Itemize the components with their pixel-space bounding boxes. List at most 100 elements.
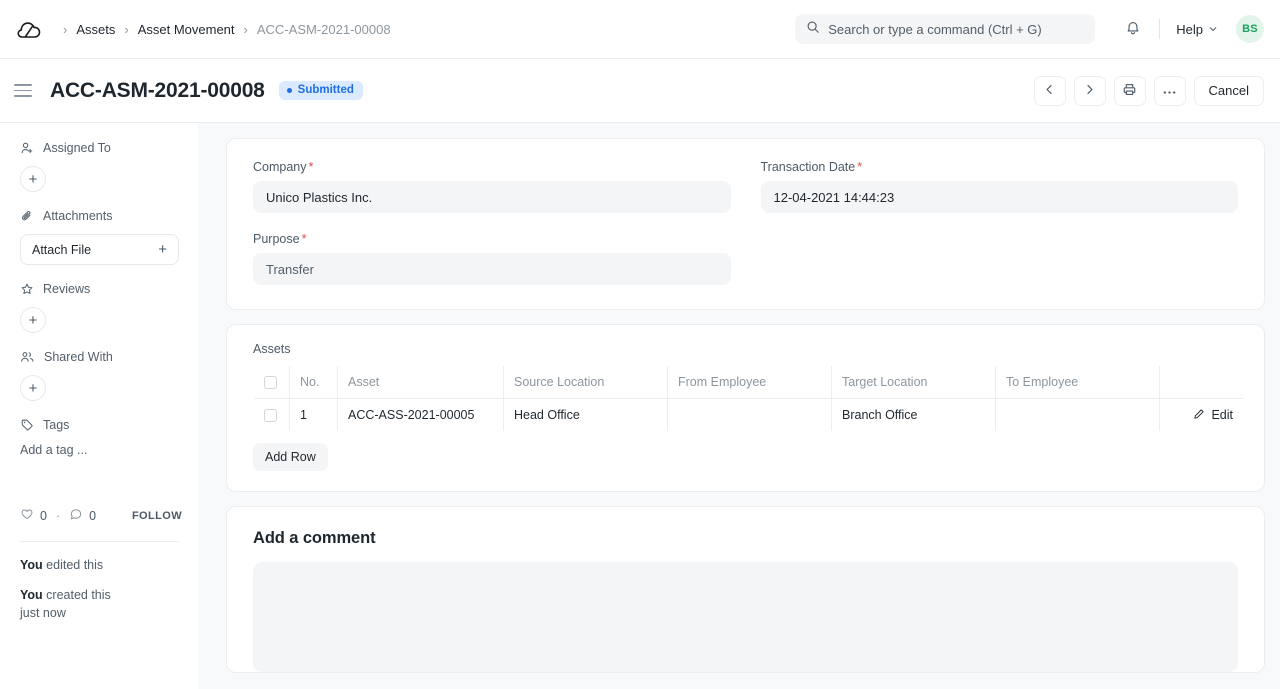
table-row[interactable]: 1 ACC-ASS-2021-00005 Head Office Branch … (254, 398, 1243, 431)
search-box[interactable] (795, 14, 1096, 44)
frappe-cloud-logo-icon[interactable] (14, 14, 44, 44)
comment-input[interactable] (253, 562, 1238, 672)
prev-document-button[interactable] (1033, 75, 1066, 106)
breadcrumb-item-current: ACC-ASM-2021-00008 (256, 21, 391, 37)
notifications-button[interactable] (1117, 13, 1149, 45)
like-count: 0 (40, 508, 47, 523)
table-header-no: No. (289, 366, 338, 399)
print-button[interactable] (1113, 75, 1146, 106)
activity-actor: You (20, 588, 43, 603)
form-column-left: Company * Unico Plastics Inc. Purpose * Tr… (253, 160, 731, 285)
form-card: Company * Unico Plastics Inc. Purpose * Tr… (226, 138, 1265, 310)
table-header-to-employee: To Employee (995, 366, 1160, 399)
field-label-purpose: Purpose * (253, 232, 731, 246)
hamburger-menu-icon[interactable] (14, 80, 36, 102)
activity-time: just now (20, 606, 66, 621)
field-label-company: Company * (253, 160, 731, 174)
help-menu-button[interactable]: Help (1170, 18, 1224, 41)
breadcrumb-separator: › (243, 21, 248, 37)
help-label: Help (1176, 21, 1203, 37)
navbar-right: Help BS (795, 13, 1264, 45)
sidebar-divider (20, 541, 179, 542)
plus-icon: + (158, 241, 167, 258)
tag-icon (20, 418, 34, 432)
heart-icon (20, 507, 34, 524)
attach-file-button[interactable]: Attach File + (20, 234, 179, 265)
row-target-location[interactable]: Branch Office (831, 398, 996, 431)
sidebar-section-assigned-to: Assigned To + (20, 141, 182, 192)
field-company: Company * Unico Plastics Inc. (253, 160, 731, 213)
sidebar-label-attachments: Attachments (43, 209, 113, 223)
required-indicator: * (301, 232, 307, 246)
form-column-right: Transaction Date * 12-04-2021 14:44:23 (760, 160, 1239, 285)
row-checkbox[interactable] (264, 408, 277, 422)
body-layout: Assigned To + Attachments Attach File + (0, 123, 1280, 689)
cancel-button[interactable]: Cancel (1193, 75, 1264, 106)
status-badge: Submitted (278, 80, 363, 101)
assets-grid-card: Assets No. Asset Source Location From Em… (226, 324, 1265, 492)
sidebar-label-shared-with: Shared With (44, 350, 113, 364)
status-dot-icon (286, 88, 292, 93)
more-actions-button[interactable] (1153, 75, 1186, 106)
row-edit-cell: Edit (1159, 398, 1243, 431)
select-all-checkbox[interactable] (264, 375, 277, 389)
status-badge-label: Submitted (297, 83, 354, 96)
app-root: › Assets › Asset Movement › ACC-ASM-2021… (0, 0, 1280, 689)
edit-label: Edit (1211, 408, 1233, 422)
printer-icon (1122, 82, 1137, 100)
chevron-right-icon (1083, 83, 1096, 99)
search-input[interactable] (828, 21, 1085, 37)
like-button[interactable]: 0 (20, 507, 47, 524)
table-header-actions (1159, 366, 1243, 399)
star-icon (20, 282, 34, 296)
add-review-button[interactable]: + (20, 307, 46, 333)
follow-button[interactable]: FOLLOW (132, 510, 182, 522)
table-header-from-employee: From Employee (667, 366, 832, 399)
field-label-text: Company (253, 160, 307, 174)
breadcrumb-item-asset-movement[interactable]: Asset Movement (138, 22, 235, 37)
field-label-transaction-date: Transaction Date * (761, 160, 1239, 174)
add-row-button[interactable]: Add Row (253, 443, 328, 471)
activity-log-item: You created this just now (20, 586, 182, 622)
row-to-employee[interactable] (995, 398, 1160, 431)
breadcrumb-separator: › (124, 21, 129, 37)
avatar[interactable]: BS (1236, 15, 1264, 43)
add-tag-input[interactable]: Add a tag ... (20, 443, 182, 457)
add-share-button[interactable]: + (20, 375, 46, 401)
company-input[interactable]: Unico Plastics Inc. (253, 181, 731, 213)
activity-actor: You (20, 558, 43, 572)
transaction-date-input[interactable]: 12-04-2021 14:44:23 (760, 181, 1238, 213)
assets-grid-title: Assets (253, 342, 291, 356)
page-header-actions: Cancel (1033, 75, 1264, 106)
chevron-down-icon (1208, 22, 1218, 37)
row-from-employee[interactable] (667, 398, 832, 431)
avatar-initials: BS (1242, 23, 1258, 35)
sidebar-section-header: Assigned To (20, 141, 182, 155)
purpose-select[interactable]: Transfer (253, 253, 731, 285)
add-assignment-button[interactable]: + (20, 166, 46, 192)
sidebar-footer: 0 · 0 FOLLOW You edited this You created… (20, 507, 182, 622)
comment-count-button[interactable]: 0 (69, 507, 96, 524)
next-document-button[interactable] (1073, 75, 1106, 106)
comment-card: Add a comment (226, 506, 1265, 673)
activity-text: created this (42, 588, 111, 603)
row-source-location[interactable]: Head Office (503, 398, 668, 431)
table-header-select-all (254, 366, 290, 399)
main-content: Company * Unico Plastics Inc. Purpose * Tr… (198, 123, 1280, 689)
navbar-divider (1159, 19, 1161, 39)
row-select-cell (254, 398, 290, 431)
sidebar-section-header: Attachments (20, 209, 182, 223)
table-header-asset: Asset (337, 366, 504, 399)
row-no: 1 (289, 398, 338, 431)
paperclip-icon (20, 209, 34, 223)
table-header-target-location: Target Location (831, 366, 996, 399)
pencil-icon (1193, 408, 1205, 423)
bell-icon (1125, 20, 1141, 39)
row-asset[interactable]: ACC-ASS-2021-00005 (337, 398, 504, 431)
navbar: › Assets › Asset Movement › ACC-ASM-2021… (0, 0, 1280, 59)
sidebar-label-assigned-to: Assigned To (43, 141, 111, 155)
breadcrumb-item-assets[interactable]: Assets (76, 22, 115, 37)
edit-row-button[interactable]: Edit (1170, 408, 1233, 423)
breadcrumb: › Assets › Asset Movement › ACC-ASM-2021… (54, 22, 391, 37)
sidebar-stats: 0 · 0 FOLLOW (20, 507, 182, 524)
